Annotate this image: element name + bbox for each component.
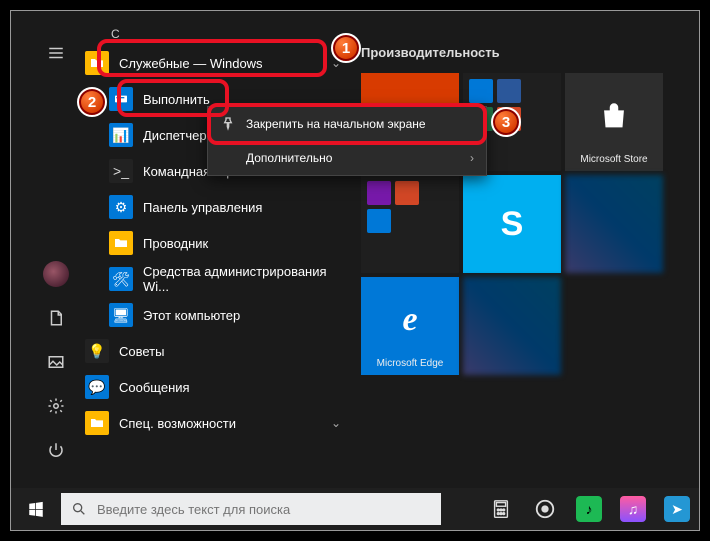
app-control-panel[interactable]: ⚙ Панель управления: [81, 189, 351, 225]
tips-icon: 💡: [85, 339, 109, 363]
taskbar-podcast[interactable]: [523, 488, 567, 530]
annotation-badge-1: 1: [331, 33, 361, 63]
app-label: Сообщения: [119, 380, 190, 395]
app-label: Этот компьютер: [143, 308, 240, 323]
annotation-badge-3: 3: [491, 107, 521, 137]
cmd-icon: >_: [109, 159, 133, 183]
app-this-pc[interactable]: 🖥 Этот компьютер: [81, 297, 351, 333]
taskbar-search[interactable]: [61, 493, 441, 525]
explorer-icon: [109, 231, 133, 255]
chevron-right-icon: ›: [470, 151, 474, 165]
context-label: Закрепить на начальном экране: [246, 117, 426, 131]
pc-icon: 🖥: [109, 303, 133, 327]
annotation-badge-2: 2: [77, 87, 107, 117]
messages-icon: 💬: [85, 375, 109, 399]
documents-icon[interactable]: [31, 296, 81, 340]
tile-skype[interactable]: S: [463, 175, 561, 273]
tile-blurred-1[interactable]: [565, 175, 663, 273]
power-icon[interactable]: [31, 428, 81, 472]
spotify-icon: ♪: [576, 496, 602, 522]
taskbar-itunes[interactable]: ♫: [611, 488, 655, 530]
taskbar-spotify[interactable]: ♪: [567, 488, 611, 530]
control-panel-icon: ⚙: [109, 195, 133, 219]
run-icon: [109, 87, 133, 111]
tile-blurred-2[interactable]: [463, 277, 561, 375]
chevron-down-icon: ⌄: [331, 416, 341, 430]
tile-label: Microsoft Edge: [377, 358, 444, 371]
app-label: Служебные — Windows: [119, 56, 263, 71]
app-label: Проводник: [143, 236, 208, 251]
tile-misc-1[interactable]: [361, 175, 459, 273]
search-icon: [71, 501, 87, 517]
app-label: Советы: [119, 344, 164, 359]
app-label: Средства администрирования Wi...: [143, 264, 351, 294]
app-admin-tools[interactable]: 🛠 Средства администрирования Wi...: [81, 261, 351, 297]
podcast-icon: [534, 498, 556, 520]
tile-store[interactable]: Microsoft Store: [565, 73, 663, 171]
user-avatar[interactable]: [31, 252, 81, 296]
taskmgr-icon: 📊: [109, 123, 133, 147]
folder-accessibility[interactable]: Спец. возможности ⌄: [81, 405, 351, 441]
app-label: Панель управления: [143, 200, 262, 215]
taskbar: ♪ ♫ ➤: [11, 488, 699, 530]
context-pin-to-start[interactable]: Закрепить на начальном экране: [208, 107, 486, 141]
taskbar-calculator[interactable]: [479, 488, 523, 530]
windows-icon: [27, 500, 45, 518]
app-messages[interactable]: 💬 Сообщения: [81, 369, 351, 405]
folder-icon: [85, 51, 109, 75]
letter-header[interactable]: С: [81, 25, 351, 45]
pictures-icon[interactable]: [31, 340, 81, 384]
tile-edge[interactable]: e Microsoft Edge: [361, 277, 459, 375]
tile-label: Microsoft Store: [580, 154, 647, 167]
context-label: Дополнительно: [246, 151, 332, 165]
app-label: Выполнить: [143, 92, 210, 107]
app-tips[interactable]: 💡 Советы: [81, 333, 351, 369]
search-input[interactable]: [97, 502, 431, 517]
folder-system-windows[interactable]: Служебные — Windows ⌄: [81, 45, 351, 81]
admin-tools-icon: 🛠: [109, 267, 133, 291]
hamburger-icon[interactable]: [31, 31, 81, 75]
app-label: Спец. возможности: [119, 416, 236, 431]
tile-group-title[interactable]: Производительность: [361, 45, 500, 60]
start-button[interactable]: [11, 488, 61, 530]
calculator-icon: [490, 498, 512, 520]
context-more[interactable]: Дополнительно ›: [208, 141, 486, 175]
folder-icon: [85, 411, 109, 435]
taskbar-telegram[interactable]: ➤: [655, 488, 699, 530]
store-icon: [597, 77, 631, 154]
pin-icon: [220, 116, 236, 132]
telegram-icon: ➤: [664, 496, 690, 522]
edge-icon: e: [402, 281, 417, 358]
itunes-icon: ♫: [620, 496, 646, 522]
settings-icon[interactable]: [31, 384, 81, 428]
skype-icon: S: [501, 179, 524, 269]
start-app-list: С Служебные — Windows ⌄ Выполнить 📊 Дисп…: [81, 25, 351, 480]
context-menu: Закрепить на начальном экране Дополнител…: [207, 106, 487, 176]
app-explorer[interactable]: Проводник: [81, 225, 351, 261]
start-left-rail: [31, 31, 81, 472]
